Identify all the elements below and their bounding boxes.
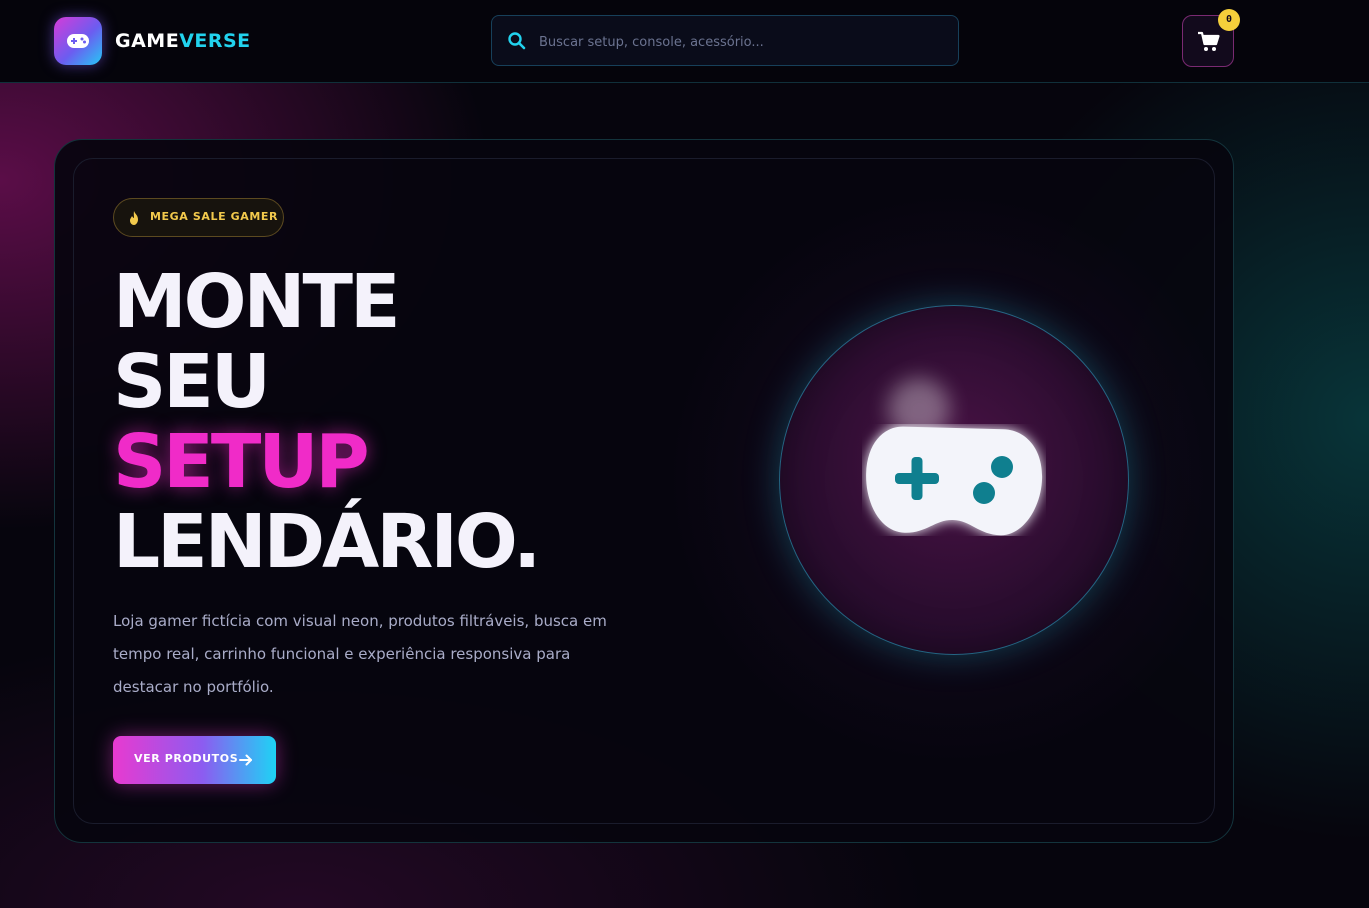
- sale-badge: MEGA SALE GAMER: [113, 198, 284, 237]
- view-products-button[interactable]: VER PRODUTOS: [113, 736, 276, 784]
- brand-name-part1: GAME: [115, 30, 180, 52]
- page: GAMEVERSE 0 MEGA SALE GAMER MON: [0, 0, 1369, 908]
- hero-description: Loja gamer fictícia com visual neon, pro…: [113, 612, 607, 696]
- brand-name-part2: VERSE: [179, 30, 251, 52]
- headline-line-4: LENDÁRIO.: [113, 499, 541, 585]
- headline-line-3: SETUP: [113, 419, 370, 505]
- cart-count-badge: 0: [1218, 9, 1240, 31]
- view-products-label: VER PRODUTOS: [134, 752, 239, 765]
- hero-headline: MONTE SEU SETUP LENDÁRIO.: [113, 259, 541, 585]
- sale-badge-label: MEGA SALE GAMER: [150, 210, 279, 223]
- headline-line-2: SEU: [113, 339, 271, 425]
- search-icon: [508, 32, 526, 50]
- arrow-right-icon: [239, 754, 252, 766]
- fire-icon: [130, 211, 138, 225]
- logo[interactable]: [54, 17, 102, 65]
- gamepad-icon: [67, 34, 89, 48]
- gamepad-icon: [866, 426, 1043, 536]
- brand-name[interactable]: GAMEVERSE: [115, 30, 251, 52]
- headline-line-1: MONTE: [113, 259, 401, 345]
- search-bar: [491, 15, 959, 66]
- search-input[interactable]: [537, 28, 941, 56]
- top-header: GAMEVERSE 0: [0, 0, 1369, 83]
- cart-icon: [1198, 31, 1220, 51]
